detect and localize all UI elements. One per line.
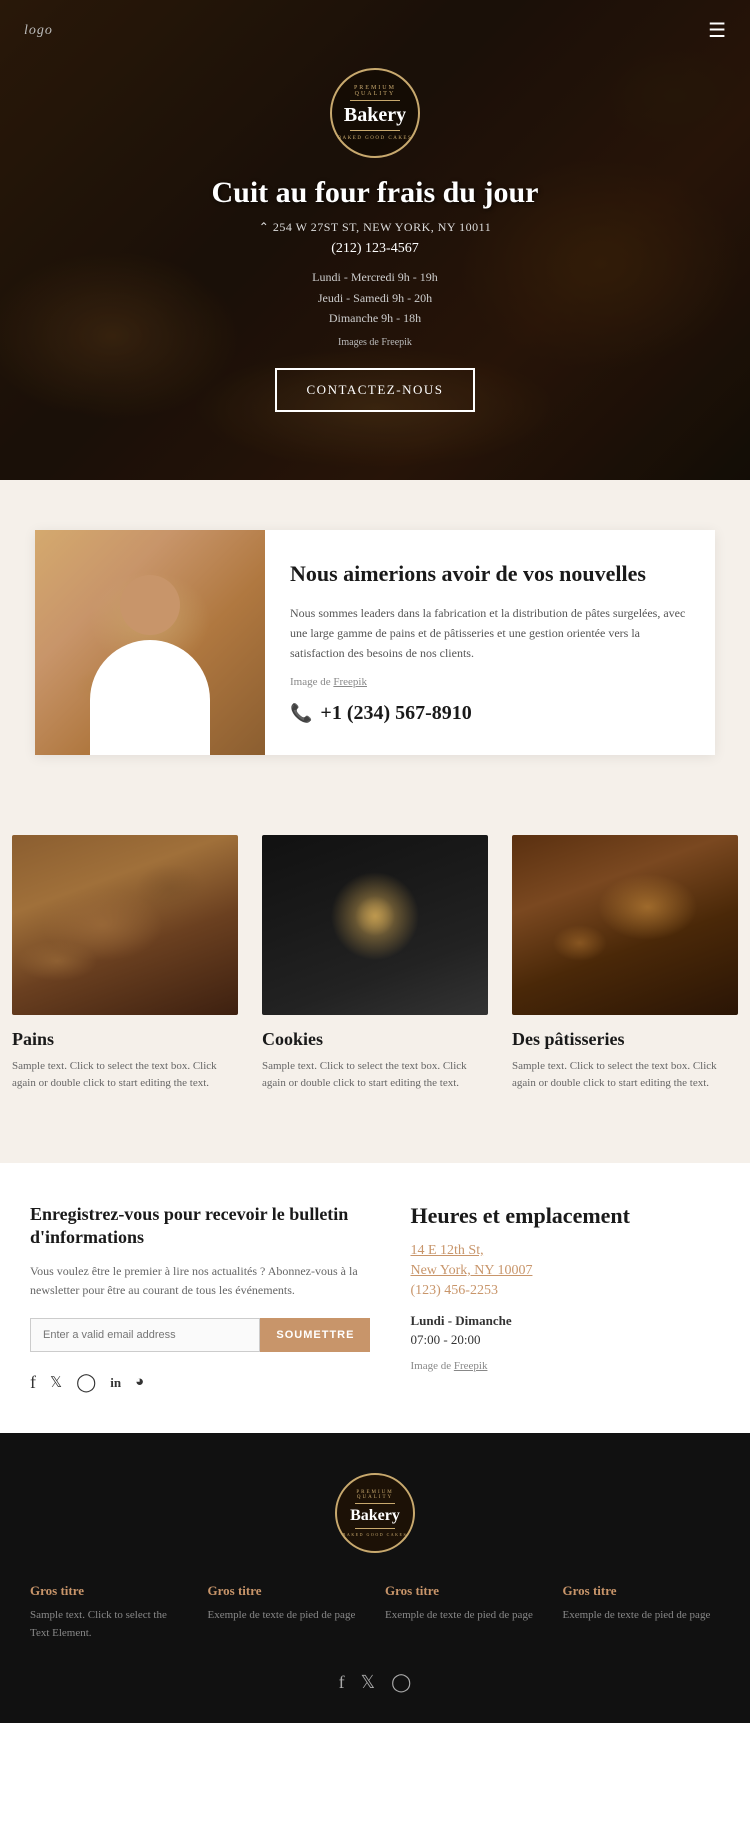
footer-col-3-text: Exemple de texte de pied de page <box>385 1607 543 1625</box>
footer-col-1-text: Sample text. Click to select the Text El… <box>30 1607 188 1642</box>
footer-col-4-title: Gros titre <box>563 1583 721 1599</box>
location-freepik: Image de Freepik <box>410 1360 720 1372</box>
product-image-pains <box>12 835 238 1015</box>
contact-button[interactable]: CONTACTEZ-NOUS <box>275 368 476 412</box>
info-section: Enregistrez-vous pour recevoir le bullet… <box>0 1163 750 1433</box>
baker-head <box>120 575 180 635</box>
linkedin-icon[interactable]: in <box>110 1375 121 1391</box>
footer-badge-line-top <box>355 1503 395 1504</box>
footer-badge-line-bottom <box>355 1528 395 1529</box>
badge-sub-text: BAKED GOOD CAKES <box>338 136 413 141</box>
about-description: Nous sommes leaders dans la fabrication … <box>290 603 690 664</box>
about-image <box>35 530 265 755</box>
badge-main-text: Bakery <box>344 104 406 127</box>
about-phone-row: 📞 +1 (234) 567-8910 <box>290 702 690 725</box>
footer-col-2-text: Exemple de texte de pied de page <box>208 1607 366 1625</box>
hours-line-1: Lundi - Mercredi 9h - 19h <box>212 267 539 287</box>
footer-instagram-icon[interactable]: ◯ <box>391 1672 411 1693</box>
newsletter-description: Vous voulez être le premier à lire nos a… <box>30 1262 370 1300</box>
product-desc-pains: Sample text. Click to select the text bo… <box>12 1058 238 1093</box>
footer-social-icons: f 𝕏 ◯ <box>30 1672 720 1693</box>
location-hours-time: 07:00 - 20:00 <box>410 1332 720 1348</box>
footer-col-4-text: Exemple de texte de pied de page <box>563 1607 721 1625</box>
footer-badge: PREMIUM QUALITY Bakery BAKED GOOD CAKES <box>335 1473 415 1553</box>
product-col-cookies: Cookies Sample text. Click to select the… <box>250 835 500 1113</box>
about-title: Nous aimerions avoir de vos nouvelles <box>290 560 690 589</box>
submit-button[interactable]: SOUMETTRE <box>260 1318 370 1352</box>
location-phone[interactable]: (123) 456-2253 <box>410 1283 720 1299</box>
product-image-cookies <box>262 835 488 1015</box>
phone-icon: 📞 <box>290 703 312 724</box>
badge-line-bottom <box>350 130 400 131</box>
product-col-pains: Pains Sample text. Click to select the t… <box>0 835 250 1113</box>
about-freepik: Image de Freepik <box>290 676 690 688</box>
bakery-badge: PREMIUM QUALITY Bakery BAKED GOOD CAKES <box>330 68 420 158</box>
hero-freepik: Images de Freepik <box>212 337 539 348</box>
products-section: Pains Sample text. Click to select the t… <box>0 805 750 1163</box>
footer-col-2-title: Gros titre <box>208 1583 366 1599</box>
location-address-line2[interactable]: New York, NY 10007 <box>410 1263 720 1279</box>
about-phone[interactable]: +1 (234) 567-8910 <box>320 702 471 725</box>
location-pin-icon: ⌃ <box>259 220 270 234</box>
hero-section: PREMIUM QUALITY Bakery BAKED GOOD CAKES … <box>0 0 750 480</box>
product-col-patisseries: Des pâtisseries Sample text. Click to se… <box>500 835 750 1113</box>
footer-badge-sub: BAKED GOOD CAKES <box>343 1532 407 1537</box>
footer-col-1-title: Gros titre <box>30 1583 188 1599</box>
email-input[interactable] <box>30 1318 260 1352</box>
location-address-line1[interactable]: 14 E 12th St, <box>410 1243 720 1259</box>
hero-address: ⌃ 254 W 27ST ST, NEW YORK, NY 10011 <box>212 220 539 235</box>
hero-content: PREMIUM QUALITY Bakery BAKED GOOD CAKES … <box>212 68 539 411</box>
baker-body <box>90 640 210 755</box>
footer-col-3-title: Gros titre <box>385 1583 543 1599</box>
product-desc-cookies: Sample text. Click to select the text bo… <box>262 1058 488 1093</box>
social-icons: f 𝕏 ◯ in ◕ <box>30 1372 370 1393</box>
about-text: Nous aimerions avoir de vos nouvelles No… <box>265 530 715 755</box>
email-row: SOUMETTRE <box>30 1318 370 1352</box>
footer-col-1: Gros titre Sample text. Click to select … <box>30 1583 188 1642</box>
location-hours-label: Lundi - Dimanche <box>410 1313 720 1329</box>
footer: PREMIUM QUALITY Bakery BAKED GOOD CAKES … <box>0 1433 750 1723</box>
location-title: Heures et emplacement <box>410 1203 720 1229</box>
newsletter-column: Enregistrez-vous pour recevoir le bullet… <box>30 1203 370 1393</box>
footer-twitter-icon[interactable]: 𝕏 <box>361 1672 376 1693</box>
product-title-pains: Pains <box>12 1029 238 1050</box>
footer-badge-main: Bakery <box>350 1507 400 1525</box>
hero-title: Cuit au four frais du jour <box>212 176 539 210</box>
logo: logo <box>24 23 53 39</box>
hours-line-2: Jeudi - Samedi 9h - 20h <box>212 288 539 308</box>
hours-line-3: Dimanche 9h - 18h <box>212 308 539 328</box>
instagram-icon[interactable]: ◯ <box>76 1372 96 1393</box>
location-column: Heures et emplacement 14 E 12th St, New … <box>410 1203 720 1393</box>
badge-top-text: PREMIUM QUALITY <box>332 85 418 97</box>
product-title-patisseries: Des pâtisseries <box>512 1029 738 1050</box>
product-title-cookies: Cookies <box>262 1029 488 1050</box>
baker-figure <box>70 555 230 755</box>
about-card: Nous aimerions avoir de vos nouvelles No… <box>35 530 715 755</box>
newsletter-title: Enregistrez-vous pour recevoir le bullet… <box>30 1203 370 1250</box>
hamburger-icon[interactable]: ☰ <box>708 18 726 43</box>
footer-col-3: Gros titre Exemple de texte de pied de p… <box>385 1583 543 1642</box>
footer-col-2: Gros titre Exemple de texte de pied de p… <box>208 1583 366 1642</box>
footer-columns: Gros titre Sample text. Click to select … <box>30 1583 720 1642</box>
footer-col-4: Gros titre Exemple de texte de pied de p… <box>563 1583 721 1642</box>
footer-facebook-icon[interactable]: f <box>339 1672 345 1693</box>
product-desc-patisseries: Sample text. Click to select the text bo… <box>512 1058 738 1093</box>
footer-badge-top: PREMIUM QUALITY <box>337 1490 413 1500</box>
twitter-icon[interactable]: 𝕏 <box>50 1373 62 1392</box>
hero-phone[interactable]: (212) 123-4567 <box>212 241 539 257</box>
top-nav: logo ☰ <box>0 0 750 61</box>
badge-line-top <box>350 100 400 101</box>
hero-hours: Lundi - Mercredi 9h - 19h Jeudi - Samedi… <box>212 267 539 328</box>
pinterest-icon[interactable]: ◕ <box>135 1374 144 1391</box>
products-grid: Pains Sample text. Click to select the t… <box>0 835 750 1113</box>
facebook-icon[interactable]: f <box>30 1372 36 1393</box>
product-image-patisseries <box>512 835 738 1015</box>
about-section: Nous aimerions avoir de vos nouvelles No… <box>0 480 750 805</box>
